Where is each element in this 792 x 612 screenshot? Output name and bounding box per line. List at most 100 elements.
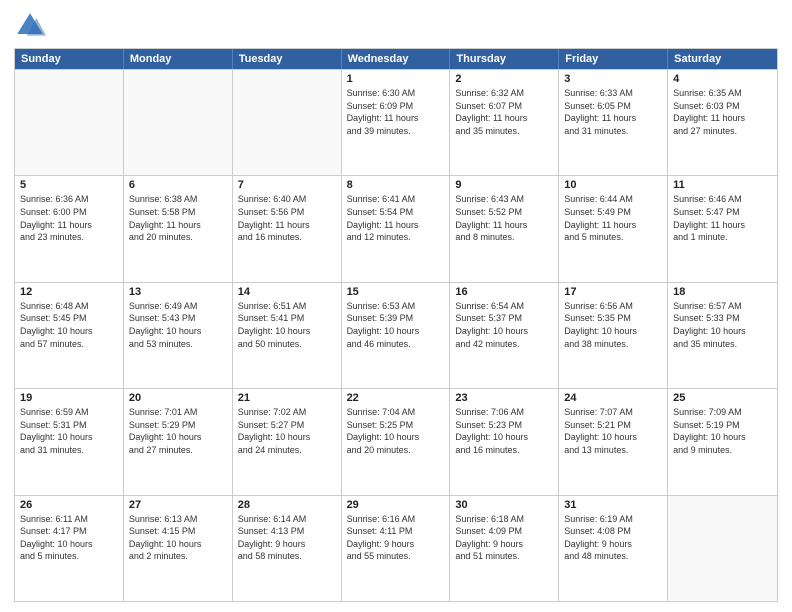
day-number: 8 [347,179,445,191]
day-info: Sunrise: 6:40 AM Sunset: 5:56 PM Dayligh… [238,193,336,243]
day-number: 9 [455,179,553,191]
cal-row-2: 12 Sunrise: 6:48 AM Sunset: 5:45 PM Dayli… [15,282,777,388]
cal-cell-day-1: 1 Sunrise: 6:30 AM Sunset: 6:09 PM Daylig… [342,70,451,175]
calendar-body: 1 Sunrise: 6:30 AM Sunset: 6:09 PM Daylig… [15,69,777,601]
day-info: Sunrise: 6:57 AM Sunset: 5:33 PM Dayligh… [673,300,772,350]
calendar: SundayMondayTuesdayWednesdayThursdayFrid… [14,48,778,602]
day-number: 17 [564,286,662,298]
day-info: Sunrise: 6:19 AM Sunset: 4:08 PM Dayligh… [564,513,662,563]
day-number: 24 [564,392,662,404]
day-number: 18 [673,286,772,298]
cal-row-0: 1 Sunrise: 6:30 AM Sunset: 6:09 PM Daylig… [15,69,777,175]
logo [14,10,50,42]
day-number: 31 [564,499,662,511]
cal-cell-day-12: 12 Sunrise: 6:48 AM Sunset: 5:45 PM Dayli… [15,283,124,388]
day-number: 5 [20,179,118,191]
cal-cell-day-4: 4 Sunrise: 6:35 AM Sunset: 6:03 PM Daylig… [668,70,777,175]
cal-cell-day-9: 9 Sunrise: 6:43 AM Sunset: 5:52 PM Daylig… [450,176,559,281]
cal-cell-day-23: 23 Sunrise: 7:06 AM Sunset: 5:23 PM Dayli… [450,389,559,494]
day-number: 16 [455,286,553,298]
day-number: 1 [347,73,445,85]
day-info: Sunrise: 6:16 AM Sunset: 4:11 PM Dayligh… [347,513,445,563]
weekday-header-wednesday: Wednesday [342,49,451,69]
day-info: Sunrise: 6:14 AM Sunset: 4:13 PM Dayligh… [238,513,336,563]
cal-cell-day-20: 20Sunrise: 7:01 AM Sunset: 5:29 PM Dayli… [124,389,233,494]
day-number: 6 [129,179,227,191]
day-info: Sunrise: 6:30 AM Sunset: 6:09 PM Dayligh… [347,87,445,137]
day-number: 29 [347,499,445,511]
day-info: Sunrise: 6:51 AM Sunset: 5:41 PM Dayligh… [238,300,336,350]
cal-cell-day-25: 25 Sunrise: 7:09 AM Sunset: 5:19 PM Dayli… [668,389,777,494]
cal-cell-day-30: 30Sunrise: 6:18 AM Sunset: 4:09 PM Dayli… [450,496,559,601]
day-info: Sunrise: 6:44 AM Sunset: 5:49 PM Dayligh… [564,193,662,243]
day-number: 28 [238,499,336,511]
weekday-header-saturday: Saturday [668,49,777,69]
day-info: Sunrise: 7:07 AM Sunset: 5:21 PM Dayligh… [564,406,662,456]
cal-cell-empty [233,70,342,175]
day-number: 10 [564,179,662,191]
day-info: Sunrise: 6:13 AM Sunset: 4:15 PM Dayligh… [129,513,227,563]
day-number: 4 [673,73,772,85]
cal-cell-day-27: 27 Sunrise: 6:13 AM Sunset: 4:15 PM Dayli… [124,496,233,601]
day-info: Sunrise: 7:01 AM Sunset: 5:29 PM Dayligh… [129,406,227,456]
cal-cell-day-14: 14 Sunrise: 6:51 AM Sunset: 5:41 PM Dayli… [233,283,342,388]
header [14,10,778,42]
cal-cell-day-10: 10 Sunrise: 6:44 AM Sunset: 5:49 PM Dayli… [559,176,668,281]
cal-cell-day-2: 2Sunrise: 6:32 AM Sunset: 6:07 PM Daylig… [450,70,559,175]
day-number: 19 [20,392,118,404]
cal-cell-day-21: 21Sunrise: 7:02 AM Sunset: 5:27 PM Dayli… [233,389,342,494]
logo-icon [14,10,46,42]
day-number: 23 [455,392,553,404]
weekday-header-thursday: Thursday [450,49,559,69]
cal-cell-day-22: 22Sunrise: 7:04 AM Sunset: 5:25 PM Dayli… [342,389,451,494]
day-number: 15 [347,286,445,298]
day-info: Sunrise: 7:06 AM Sunset: 5:23 PM Dayligh… [455,406,553,456]
calendar-header: SundayMondayTuesdayWednesdayThursdayFrid… [15,49,777,69]
cal-cell-day-6: 6Sunrise: 6:38 AM Sunset: 5:58 PM Daylig… [124,176,233,281]
cal-cell-day-17: 17Sunrise: 6:56 AM Sunset: 5:35 PM Dayli… [559,283,668,388]
cal-cell-day-3: 3Sunrise: 6:33 AM Sunset: 6:05 PM Daylig… [559,70,668,175]
day-number: 22 [347,392,445,404]
cal-cell-day-18: 18 Sunrise: 6:57 AM Sunset: 5:33 PM Dayli… [668,283,777,388]
cal-cell-empty [668,496,777,601]
day-number: 7 [238,179,336,191]
cal-cell-day-11: 11Sunrise: 6:46 AM Sunset: 5:47 PM Dayli… [668,176,777,281]
day-number: 13 [129,286,227,298]
day-info: Sunrise: 6:49 AM Sunset: 5:43 PM Dayligh… [129,300,227,350]
weekday-header-monday: Monday [124,49,233,69]
cal-cell-day-7: 7 Sunrise: 6:40 AM Sunset: 5:56 PM Daylig… [233,176,342,281]
day-info: Sunrise: 6:43 AM Sunset: 5:52 PM Dayligh… [455,193,553,243]
day-info: Sunrise: 6:53 AM Sunset: 5:39 PM Dayligh… [347,300,445,350]
day-number: 14 [238,286,336,298]
cal-cell-empty [124,70,233,175]
day-number: 12 [20,286,118,298]
cal-cell-day-5: 5 Sunrise: 6:36 AM Sunset: 6:00 PM Daylig… [15,176,124,281]
cal-cell-day-16: 16 Sunrise: 6:54 AM Sunset: 5:37 PM Dayli… [450,283,559,388]
day-number: 2 [455,73,553,85]
weekday-header-friday: Friday [559,49,668,69]
cal-cell-day-29: 29 Sunrise: 6:16 AM Sunset: 4:11 PM Dayli… [342,496,451,601]
cal-row-1: 5 Sunrise: 6:36 AM Sunset: 6:00 PM Daylig… [15,175,777,281]
cal-row-4: 26Sunrise: 6:11 AM Sunset: 4:17 PM Dayli… [15,495,777,601]
day-info: Sunrise: 7:09 AM Sunset: 5:19 PM Dayligh… [673,406,772,456]
cal-cell-day-15: 15 Sunrise: 6:53 AM Sunset: 5:39 PM Dayli… [342,283,451,388]
day-info: Sunrise: 6:48 AM Sunset: 5:45 PM Dayligh… [20,300,118,350]
day-info: Sunrise: 6:11 AM Sunset: 4:17 PM Dayligh… [20,513,118,563]
day-info: Sunrise: 6:46 AM Sunset: 5:47 PM Dayligh… [673,193,772,243]
cal-cell-day-13: 13 Sunrise: 6:49 AM Sunset: 5:43 PM Dayli… [124,283,233,388]
day-info: Sunrise: 6:41 AM Sunset: 5:54 PM Dayligh… [347,193,445,243]
weekday-header-sunday: Sunday [15,49,124,69]
cal-cell-empty [15,70,124,175]
cal-cell-day-26: 26Sunrise: 6:11 AM Sunset: 4:17 PM Dayli… [15,496,124,601]
day-info: Sunrise: 6:59 AM Sunset: 5:31 PM Dayligh… [20,406,118,456]
day-info: Sunrise: 6:33 AM Sunset: 6:05 PM Dayligh… [564,87,662,137]
day-info: Sunrise: 6:35 AM Sunset: 6:03 PM Dayligh… [673,87,772,137]
day-info: Sunrise: 6:54 AM Sunset: 5:37 PM Dayligh… [455,300,553,350]
day-number: 25 [673,392,772,404]
page: SundayMondayTuesdayWednesdayThursdayFrid… [0,0,792,612]
day-info: Sunrise: 7:02 AM Sunset: 5:27 PM Dayligh… [238,406,336,456]
day-info: Sunrise: 6:36 AM Sunset: 6:00 PM Dayligh… [20,193,118,243]
cal-cell-day-8: 8 Sunrise: 6:41 AM Sunset: 5:54 PM Daylig… [342,176,451,281]
cal-cell-day-31: 31 Sunrise: 6:19 AM Sunset: 4:08 PM Dayli… [559,496,668,601]
day-number: 27 [129,499,227,511]
